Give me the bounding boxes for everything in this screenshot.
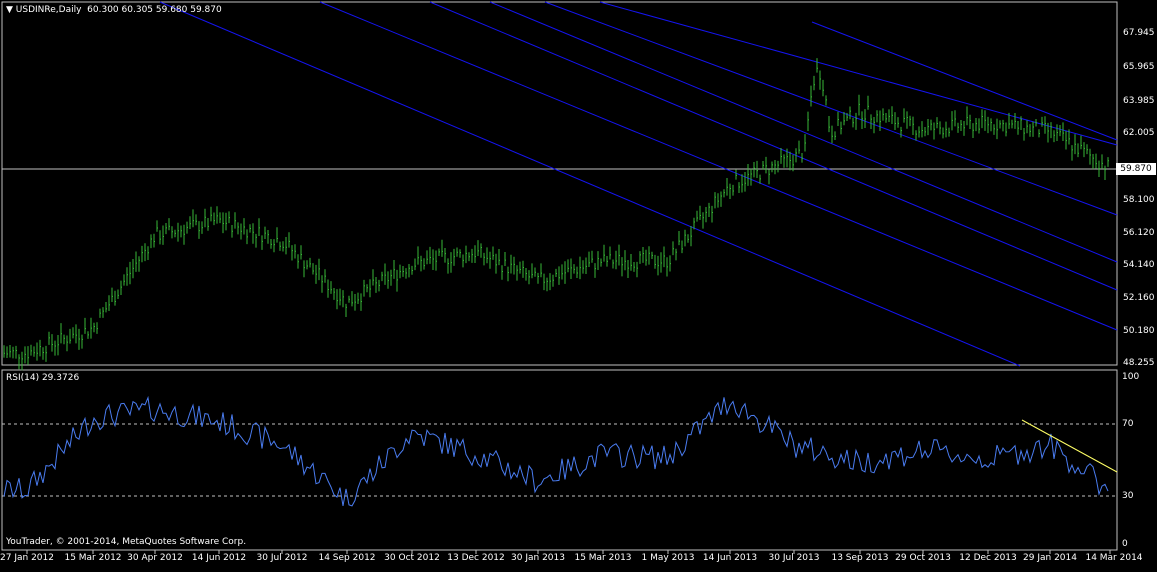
time-axis-label: 29 Jan 2014 (1023, 553, 1077, 563)
time-axis-label: 30 Oct 2012 (384, 553, 440, 563)
channel-line[interactable] (429, 1, 1118, 291)
chart-window[interactable]: ▼ USDINRe,Daily 60.300 60.305 59.680 59.… (0, 0, 1157, 568)
time-axis-label: 14 Mar 2014 (1085, 553, 1143, 563)
time-axis-label: 14 Jun 2013 (702, 553, 758, 563)
time-axis-label: 14 Sep 2012 (318, 553, 376, 563)
time-axis-label: 30 Jul 2013 (768, 553, 820, 563)
ohlc-values: 60.300 60.305 59.680 59.870 (87, 5, 222, 15)
time-axis-label: 1 May 2013 (641, 553, 695, 563)
price-axis-label: 67.945 (1123, 28, 1155, 38)
channel-line[interactable] (489, 1, 1118, 263)
pitchfork-channel-lines[interactable] (159, 1, 1118, 367)
rsi-axis-label: 70 (1122, 419, 1134, 429)
time-axis-label: 14 Jun 2012 (191, 553, 247, 563)
time-axis-label: 13 Dec 2012 (447, 553, 505, 563)
current-price-tag: 59.870 (1116, 163, 1156, 175)
price-axis-label: 54.140 (1123, 260, 1155, 270)
time-axis-label: 27 Jan 2012 (0, 553, 54, 563)
rsi-axis-label: 30 (1122, 491, 1134, 501)
price-axis-label: 50.180 (1123, 326, 1155, 336)
time-axis-label: 15 Mar 2012 (64, 553, 122, 563)
channel-line[interactable] (319, 1, 1118, 331)
price-axis-label: 48.255 (1123, 358, 1155, 368)
rsi-title: RSI(14) 29.3726 (6, 373, 80, 383)
channel-line[interactable] (599, 1, 1118, 146)
rsi-trendline[interactable] (1021, 419, 1118, 473)
time-axis-label: 15 Mar 2013 (574, 553, 632, 563)
time-axis-label: 12 Dec 2013 (959, 553, 1017, 563)
price-axis-label: 58.100 (1123, 195, 1155, 205)
price-bars (3, 58, 1109, 371)
chart-header: ▼ USDINRe,Daily 60.300 60.305 59.680 59.… (6, 5, 222, 15)
dropdown-triangle-icon[interactable]: ▼ (6, 5, 16, 15)
price-axis-label: 65.965 (1123, 62, 1155, 72)
symbol-label: USDINRe,Daily (15, 5, 82, 15)
chart-canvas[interactable] (0, 0, 1157, 568)
rsi-line (3, 395, 1109, 507)
time-axis-label: 30 Jul 2012 (256, 553, 308, 563)
price-axis-label: 52.160 (1123, 293, 1155, 303)
time-axis-label: 29 Oct 2013 (895, 553, 951, 563)
rsi-axis-label: 100 (1122, 372, 1140, 382)
rsi-panel-frame (1, 369, 1118, 551)
time-axis-label: 30 Apr 2012 (127, 553, 183, 563)
time-axis-label: 13 Sep 2013 (831, 553, 889, 563)
price-axis-label: 63.985 (1123, 96, 1155, 106)
time-axis-label: 30 Jan 2013 (511, 553, 565, 563)
price-axis-label: 56.120 (1123, 228, 1155, 238)
copyright-footer: YouTrader, © 2001-2014, MetaQuotes Softw… (6, 537, 247, 547)
price-axis-label: 62.005 (1123, 128, 1155, 138)
channel-line[interactable] (544, 1, 1118, 216)
channel-line[interactable] (159, 1, 1021, 367)
rsi-axis-label: 0 (1122, 539, 1128, 549)
